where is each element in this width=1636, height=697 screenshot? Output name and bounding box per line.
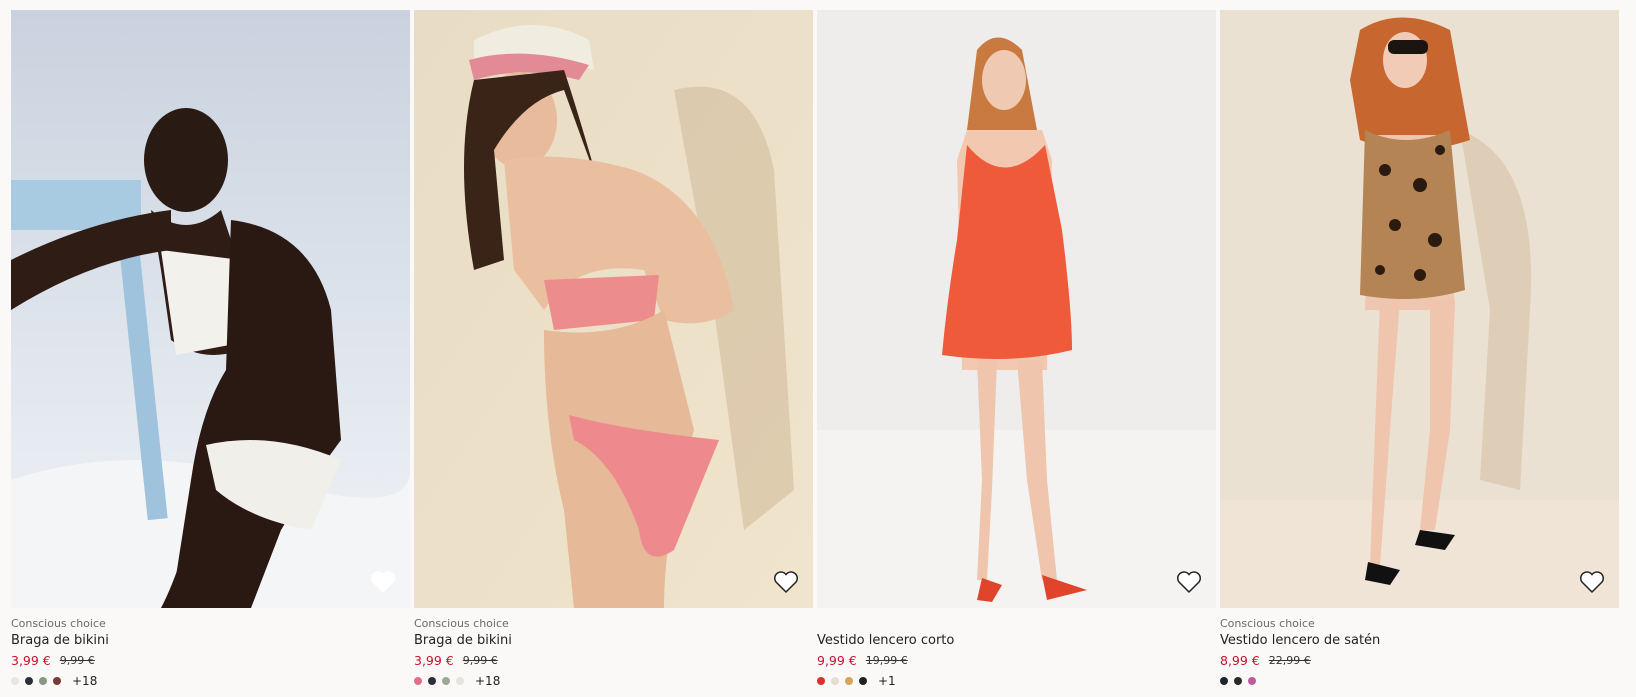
more-colors-count[interactable]: +18 (475, 674, 500, 688)
color-swatch[interactable] (11, 677, 19, 685)
product-photo (1220, 10, 1619, 608)
product-photo (11, 10, 410, 608)
color-swatch[interactable] (53, 677, 61, 685)
more-colors-count[interactable]: +18 (72, 674, 97, 688)
color-swatch[interactable] (1248, 677, 1256, 685)
product-card[interactable]: Conscious choice Braga de bikini 3,99 € … (414, 10, 813, 688)
color-swatches: +18 (414, 674, 813, 688)
product-name[interactable]: Braga de bikini (414, 633, 813, 649)
product-name[interactable]: Vestido lencero de satén (1220, 633, 1619, 649)
sale-price: 8,99 € (1220, 653, 1260, 668)
product-image[interactable] (817, 10, 1216, 608)
product-info: Conscious choice Braga de bikini 3,99 € … (414, 608, 813, 688)
color-swatch[interactable] (39, 677, 47, 685)
product-card[interactable]: Vestido lencero corto 9,99 € 19,99 € +1 (817, 10, 1216, 688)
price-row: 3,99 € 9,99 € (11, 653, 410, 669)
color-swatch[interactable] (428, 677, 436, 685)
product-info: Conscious choice Braga de bikini 3,99 € … (11, 608, 410, 688)
product-info: Vestido lencero corto 9,99 € 19,99 € +1 (817, 608, 1216, 688)
color-swatch[interactable] (845, 677, 853, 685)
original-price: 19,99 € (865, 654, 908, 667)
product-name[interactable]: Braga de bikini (11, 633, 410, 649)
color-swatch[interactable] (442, 677, 450, 685)
more-colors-count[interactable]: +1 (878, 674, 896, 688)
conscious-choice-badge: Conscious choice (414, 617, 509, 630)
product-info: Conscious choice Vestido lencero de saté… (1220, 608, 1619, 688)
favorite-heart-icon[interactable] (370, 570, 396, 594)
product-image[interactable] (1220, 10, 1619, 608)
product-image[interactable] (414, 10, 813, 608)
color-swatch[interactable] (1220, 677, 1228, 685)
product-grid: Conscious choice Braga de bikini 3,99 € … (11, 10, 1619, 688)
sale-price: 3,99 € (414, 653, 454, 668)
favorite-heart-icon[interactable] (1579, 570, 1605, 594)
original-price: 9,99 € (462, 654, 498, 667)
product-name[interactable]: Vestido lencero corto (817, 633, 1216, 649)
color-swatch[interactable] (456, 677, 464, 685)
conscious-choice-badge: Conscious choice (1220, 617, 1315, 630)
conscious-choice-badge: Conscious choice (11, 617, 106, 630)
price-row: 8,99 € 22,99 € (1220, 653, 1619, 669)
sale-price: 3,99 € (11, 653, 51, 668)
product-photo (414, 10, 813, 608)
product-card[interactable]: Conscious choice Vestido lencero de saté… (1220, 10, 1619, 688)
color-swatches (1220, 674, 1619, 688)
favorite-heart-icon[interactable] (1176, 570, 1202, 594)
color-swatch[interactable] (859, 677, 867, 685)
color-swatch[interactable] (1234, 677, 1242, 685)
color-swatches: +1 (817, 674, 1216, 688)
conscious-choice-badge (817, 616, 1216, 631)
price-row: 9,99 € 19,99 € (817, 653, 1216, 669)
original-price: 9,99 € (59, 654, 95, 667)
sale-price: 9,99 € (817, 653, 857, 668)
favorite-heart-icon[interactable] (773, 570, 799, 594)
original-price: 22,99 € (1268, 654, 1311, 667)
price-row: 3,99 € 9,99 € (414, 653, 813, 669)
product-card[interactable]: Conscious choice Braga de bikini 3,99 € … (11, 10, 410, 688)
color-swatch[interactable] (817, 677, 825, 685)
color-swatch[interactable] (831, 677, 839, 685)
color-swatch[interactable] (25, 677, 33, 685)
color-swatch[interactable] (414, 677, 422, 685)
product-photo (817, 10, 1216, 608)
color-swatches: +18 (11, 674, 410, 688)
product-image[interactable] (11, 10, 410, 608)
